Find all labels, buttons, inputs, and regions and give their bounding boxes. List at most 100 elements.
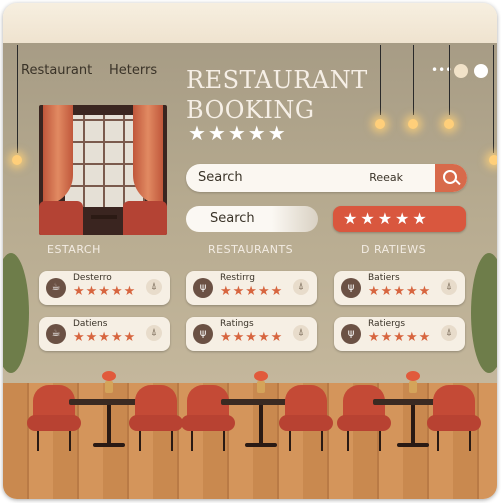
flowers [254,371,268,381]
column-header-ratings: D RATIEWS [361,243,427,256]
search-icon [443,170,457,184]
chair-leg [321,431,323,451]
dining-chair [181,385,235,451]
dining-chair [27,385,81,451]
dining-chair [279,385,333,451]
card-star-rating: ★★★★★ [368,330,432,345]
chair-leg [347,431,349,451]
card-star-rating: ★★★★★ [73,330,137,345]
pendant-lamp [12,155,22,165]
chair-seat [279,415,333,431]
lamp-cord [380,45,381,115]
chair-seat [337,415,391,431]
search-icon-handle [454,178,461,186]
pendant-lamp [489,155,497,165]
chair-leg [469,431,471,451]
card-action-icon[interactable]: ⍋ [293,279,309,295]
table-stem [107,405,111,443]
rating-filter-button[interactable]: ★★★★★ [333,206,466,232]
chair-seat [27,415,81,431]
dining-chair [129,385,183,451]
card-action-icon[interactable]: ⍋ [441,325,457,341]
dining-chair [337,385,391,451]
utensils-icon: ψ [193,278,213,298]
restaurant-name: Ratings [220,319,254,329]
restaurant-name: Ratiergs [368,319,406,329]
chair-leg [437,431,439,451]
dining-chair [427,385,481,451]
utensils-icon: ψ [341,324,361,344]
restaurant-name: Restirrg [220,273,255,283]
title-line-1: RESTAURANT [186,66,368,94]
search-input[interactable]: Search [198,170,243,185]
flower-vase [257,381,265,393]
header-link[interactable]: Heterrs [109,63,157,78]
card-star-rating: ★★★★★ [220,330,284,345]
lamp-cord [449,45,450,115]
card-star-rating: ★★★★★ [73,284,137,299]
search-button-label: Search [210,211,255,226]
lamp-cord [493,45,494,153]
utensils-icon: ψ [341,278,361,298]
flowers [102,371,116,381]
chair-leg [139,431,141,451]
lamp-cord [17,45,18,153]
pendant-lamp [375,119,385,129]
chair-leg [191,431,193,451]
flowers [406,371,420,381]
card-action-icon[interactable]: ⍋ [293,325,309,341]
card-star-rating: ★★★★★ [220,284,284,299]
search-submit-button[interactable] [435,164,467,192]
restaurant-name: Desterro [73,273,112,283]
lamp-cord [413,45,414,115]
profile-button[interactable] [454,64,468,78]
chair-leg [289,431,291,451]
restaurant-card[interactable]: ☕ Datiens ★★★★★ ⍋ [39,317,170,351]
restaurant-name: Datiens [73,319,108,329]
rating-filter-stars: ★★★★★ [343,209,430,228]
chair-seat [129,415,183,431]
table-base [397,443,429,447]
restaurant-card[interactable]: ψ Batiers ★★★★★ ⍋ [334,271,465,305]
chair-leg [37,431,39,451]
curtain-left-shape [43,105,73,205]
restaurant-name: Batiers [368,273,400,283]
restaurant-card[interactable]: ψ Ratings ★★★★★ ⍋ [186,317,317,351]
flower-vase [105,381,113,393]
search-hint: Reeak [369,171,403,184]
app-window: Restaurant Heterrs ••• RESTAURANT BOOKIN… [3,3,497,499]
chair-seat [181,415,235,431]
chair-seat [427,415,481,431]
top-bar [3,3,497,43]
chair-leg [223,431,225,451]
card-action-icon[interactable]: ⍋ [146,279,162,295]
search-bar[interactable]: Search Reeak [186,164,467,192]
restaurant-card[interactable]: ☕ Desterro ★★★★★ ⍋ [39,271,170,305]
sofa-right-shape [123,201,167,235]
curtain-right-shape [133,105,163,205]
flower-vase [409,381,417,393]
table-base [93,443,125,447]
card-star-rating: ★★★★★ [368,284,432,299]
utensils-icon: ψ [193,324,213,344]
chair-leg [69,431,71,451]
card-action-icon[interactable]: ⍋ [146,325,162,341]
search-button[interactable]: Search [186,206,318,232]
restaurant-card[interactable]: ψ Ratiergs ★★★★★ ⍋ [334,317,465,351]
chair-leg [171,431,173,451]
pendant-lamp [444,119,454,129]
restaurant-logo-icon: ☕ [46,324,66,344]
restaurant-logo-icon: ☕ [46,278,66,298]
brand-link[interactable]: Restaurant [21,63,92,78]
settings-button[interactable] [474,64,488,78]
table-base [245,443,277,447]
restaurant-card[interactable]: ψ Restirrg ★★★★★ ⍋ [186,271,317,305]
chair-leg [379,431,381,451]
sofa-left-shape [39,201,83,235]
title-star-rating: ★★★★★ [188,121,288,145]
page-title: RESTAURANT BOOKING [186,65,368,125]
featured-restaurant-photo[interactable] [39,105,167,235]
card-action-icon[interactable]: ⍋ [441,279,457,295]
table-stem [411,405,415,443]
column-header-search: ESTARCH [47,243,101,256]
